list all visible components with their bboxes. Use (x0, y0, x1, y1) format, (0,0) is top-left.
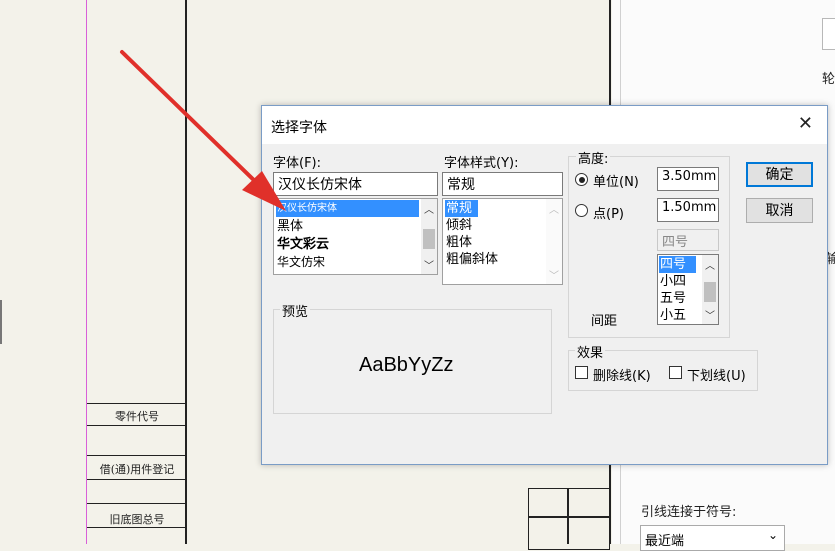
strikethrough-label[interactable]: 删除线(K) (593, 365, 651, 384)
point-radio[interactable] (575, 204, 588, 217)
style-list-item[interactable]: 粗体 (445, 234, 472, 251)
scrollbar-thumb[interactable] (704, 282, 716, 302)
left-edge-marker (0, 300, 2, 344)
panel-label-partial: 轮 (822, 72, 835, 87)
size-list-item[interactable]: 小五 (659, 307, 686, 324)
cad-label-old-drawing: 旧底图总号 (109, 513, 165, 526)
cad-grid-box (528, 488, 610, 550)
title-block-line (87, 403, 185, 404)
drawing-border-line (86, 0, 87, 544)
height-label: 高度: (576, 148, 611, 167)
chevron-up-icon[interactable]: ︿ (549, 201, 559, 216)
font-list-scrollbar[interactable]: ︿ ﹀ (421, 199, 437, 274)
style-list-scrollbar[interactable]: ︿ ﹀ (546, 199, 562, 284)
unit-input[interactable]: 3.50mm (657, 167, 719, 191)
style-list-item[interactable]: 粗偏斜体 (445, 251, 498, 268)
chevron-down-icon: ⌄ (767, 528, 778, 542)
chevron-down-icon[interactable]: ﹀ (424, 257, 434, 272)
cad-label-part-code: 零件代号 (115, 410, 159, 423)
font-input[interactable]: 汉仪长仿宋体 (273, 172, 438, 196)
preview-sample: AaBbYyZz (359, 354, 454, 376)
drawing-frame-line (185, 0, 187, 544)
font-list-item[interactable]: 汉仪长仿宋体 (276, 200, 419, 217)
underline-label[interactable]: 下划线(U) (687, 365, 746, 384)
ok-button[interactable]: 确定 (746, 162, 813, 187)
panel-input[interactable] (822, 18, 835, 50)
style-label: 字体样式(Y): (444, 156, 519, 171)
unit-radio[interactable] (575, 173, 588, 186)
style-list-item[interactable]: 常规 (445, 200, 478, 217)
point-input[interactable]: 1.50mm (657, 198, 719, 222)
chevron-down-icon[interactable]: ﹀ (705, 307, 715, 322)
preview-label: 预览 (280, 301, 311, 320)
spacing-label: 间距 (591, 314, 618, 329)
underline-checkbox[interactable] (669, 366, 682, 379)
strikethrough-checkbox[interactable] (575, 366, 588, 379)
select-font-dialog: 选择字体 ✕ 字体(F): 汉仪长仿宋体 汉仪长仿宋体 黑体 华文彩云 华文仿宋… (261, 105, 828, 465)
size-input[interactable]: 四号 (657, 229, 719, 251)
font-label: 字体(F): (273, 156, 322, 171)
dialog-titlebar: 选择字体 ✕ (262, 106, 827, 144)
title-block-line (87, 455, 185, 456)
dialog-title: 选择字体 (271, 120, 327, 136)
style-input[interactable]: 常规 (442, 172, 563, 196)
size-list-item[interactable]: 五号 (659, 290, 686, 307)
font-list-item[interactable]: 华文彩云 (276, 236, 329, 253)
cad-grid-line (528, 516, 610, 518)
size-list-scrollbar[interactable]: ︿ ﹀ (702, 255, 718, 324)
title-block-line (87, 425, 185, 426)
font-list-item[interactable]: 华文仿宋 (276, 254, 325, 271)
cancel-button[interactable]: 取消 (746, 198, 813, 223)
size-list[interactable]: 四号 小四 五号 小五 ︿ ﹀ (657, 254, 719, 325)
size-list-item[interactable]: 小四 (659, 273, 686, 290)
title-block-line (87, 527, 185, 528)
title-block-line (87, 479, 185, 480)
font-list-item[interactable]: 黑体 (276, 218, 303, 235)
close-icon[interactable]: ✕ (798, 114, 813, 134)
title-block-line (87, 503, 185, 504)
point-radio-label[interactable]: 点(P) (593, 203, 624, 222)
style-list-item[interactable]: 倾斜 (445, 217, 472, 234)
cad-label-borrow-register: 借(通)用件登记 (99, 463, 175, 476)
leader-dropdown-value: 最近端 (645, 534, 685, 549)
font-list[interactable]: 汉仪长仿宋体 黑体 华文彩云 华文仿宋 ︿ ﹀ (273, 198, 438, 275)
leader-label: 引线连接于符号: (641, 505, 737, 520)
size-list-item[interactable]: 四号 (659, 256, 696, 273)
leader-dropdown[interactable]: 最近端 ⌄ (640, 525, 785, 551)
unit-radio-label[interactable]: 单位(N) (593, 171, 639, 190)
scrollbar-thumb[interactable] (423, 229, 435, 249)
effects-label: 效果 (575, 342, 606, 361)
style-list[interactable]: 常规 倾斜 粗体 粗偏斜体 ︿ ﹀ (442, 198, 563, 285)
chevron-up-icon[interactable]: ︿ (705, 257, 715, 272)
chevron-up-icon[interactable]: ︿ (424, 201, 434, 216)
chevron-down-icon[interactable]: ﹀ (549, 267, 559, 282)
